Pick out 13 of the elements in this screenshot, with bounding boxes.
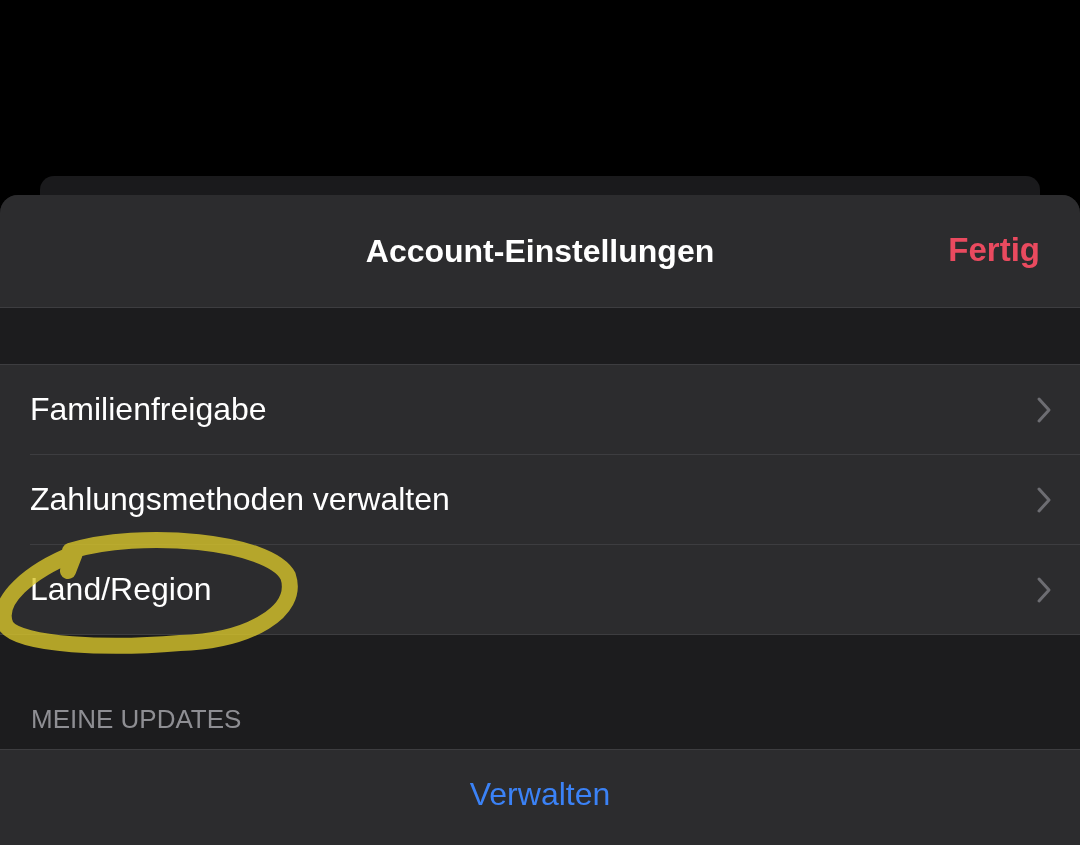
section-header: MEINE UPDATES <box>31 704 242 735</box>
row-label: Land/Region <box>30 571 212 608</box>
settings-row[interactable]: Zahlungsmethoden verwalten <box>30 455 1080 545</box>
chevron-icon <box>1036 395 1052 424</box>
settings-row[interactable]: Familienfreigabe <box>30 365 1080 455</box>
row-label: Familienfreigabe <box>30 391 267 428</box>
settings-row[interactable]: Land/Region <box>30 545 1080 634</box>
chevron-icon <box>1036 575 1052 604</box>
chevron-icon <box>1036 485 1052 514</box>
done-button[interactable]: Fertig <box>948 231 1040 269</box>
sheet-title: Account-Einstellungen <box>365 232 715 270</box>
row-label: Zahlungsmethoden verwalten <box>30 481 450 518</box>
manage-button[interactable]: Verwalten <box>469 774 611 814</box>
